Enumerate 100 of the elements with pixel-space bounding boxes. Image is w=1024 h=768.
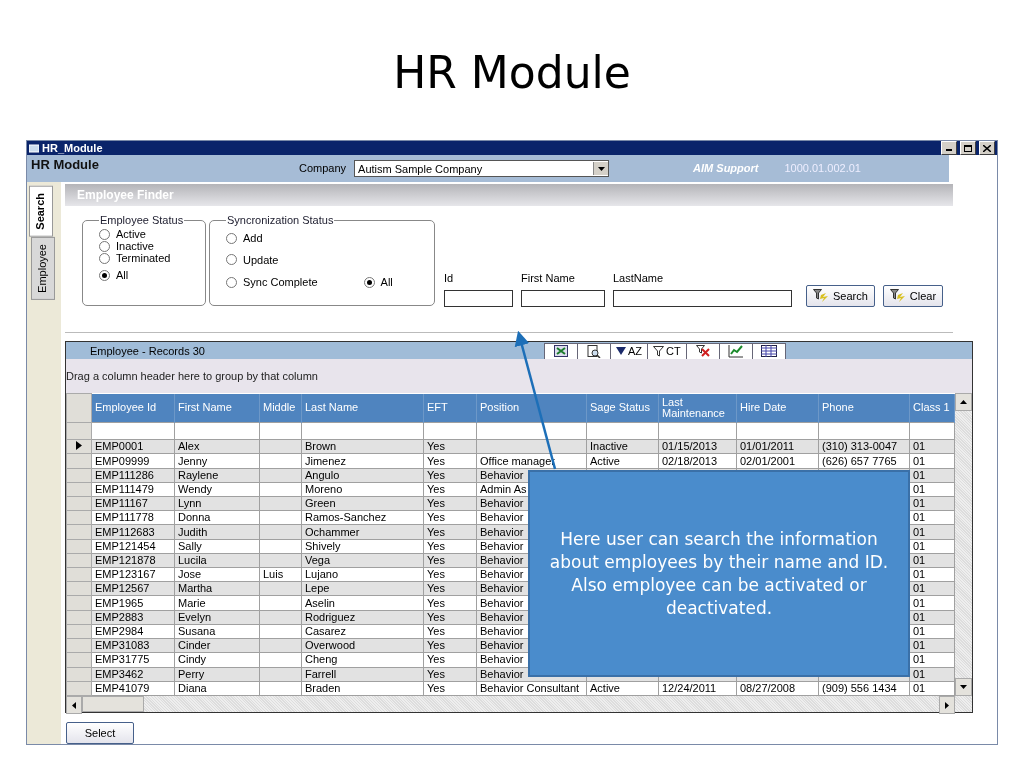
radio-option[interactable]: Update [226,248,426,271]
scroll-up-icon [960,400,967,404]
scrollbar-thumb[interactable] [82,696,144,712]
radio-button[interactable] [226,254,237,265]
filter-icon [653,345,665,357]
radio-label: Update [243,253,279,266]
group-legend: Employee Status [99,214,185,226]
toolbar-button[interactable]: CT [647,342,687,359]
module-title: HR Module [31,157,100,172]
radio-option[interactable]: Add [226,228,426,248]
close-icon [983,144,991,152]
window-title: HR_Module [42,142,104,154]
radio-label: Active [116,228,146,240]
chart-icon [727,344,744,358]
radio-label: All [380,276,393,288]
radio-option[interactable]: Sync Complete [226,271,318,293]
side-tab[interactable]: Employee [31,236,55,300]
filter-cell[interactable] [174,422,260,440]
radio-button[interactable] [99,240,110,252]
finder-title: Employee Finder [77,188,174,202]
caret-icon [597,166,605,171]
scroll-down-icon [960,685,967,689]
version-text: 1000.01.002.01 [784,162,861,174]
column-header[interactable]: EFT [423,393,477,422]
side-tab[interactable]: Search [29,186,53,237]
close-button[interactable] [979,141,995,155]
filter-cell[interactable] [736,422,819,440]
group-legend: Syncronization Status [226,214,335,226]
app-icon [29,143,39,153]
filter-cell[interactable] [818,422,910,440]
filter-cell[interactable] [301,422,424,440]
maximize-button[interactable] [960,141,976,155]
action-button[interactable]: Clear [882,285,944,307]
horizontal-scrollbar[interactable] [66,696,972,712]
radio-button[interactable] [99,252,110,264]
toolbar-button[interactable] [577,342,611,359]
radio-button[interactable] [99,228,110,240]
filter-cell[interactable] [423,422,477,440]
spreadsheet-icon [554,345,568,357]
corner-cell [66,393,92,422]
text-field[interactable] [521,290,605,307]
radio-option[interactable]: All [363,271,393,293]
column-header[interactable]: Class 1 [909,393,955,422]
row-pointer-icon [76,441,82,451]
radio-label: Sync Complete [243,276,318,288]
toolbar-button[interactable]: AZ [610,342,649,359]
radio-button[interactable] [226,232,237,244]
radio-option[interactable]: Inactive [99,240,197,252]
radio-button[interactable] [226,276,237,288]
radio-button[interactable] [99,269,110,281]
column-header[interactable]: Last Name [301,393,424,422]
filter-cell[interactable] [476,422,587,440]
grid-title: Employee - Records 30 [90,344,206,357]
filter-cell[interactable] [658,422,737,440]
filter-cell[interactable] [909,422,955,440]
column-header[interactable]: Phone [818,393,910,422]
column-header[interactable]: Sage Status [586,393,659,422]
brand-text: AIM Support [693,162,759,174]
scroll-left-icon [72,701,76,709]
radio-label: All [116,269,129,281]
text-field[interactable] [613,290,792,307]
filter-cell[interactable] [91,422,175,440]
group-hint: Drag a column header here to group by that column [66,370,318,382]
slide-title: HR Module [393,46,631,100]
maximize-icon [964,144,972,152]
minimize-button[interactable] [941,141,957,155]
toolbar-button[interactable] [751,342,786,359]
field-label: LastName [613,272,665,284]
radio-label: Inactive [116,240,154,252]
radio-option[interactable]: Terminated [99,252,197,264]
text-field[interactable] [444,290,513,307]
radio-label: Terminated [116,252,171,264]
vertical-scrollbar[interactable] [955,393,972,696]
remove-filter-icon [695,345,710,357]
select-button[interactable]: Select [66,722,134,744]
radio-label: Add [243,232,263,244]
column-header[interactable]: Last Maintenance [658,393,737,422]
filter-cell[interactable] [586,422,659,440]
toolbar-button[interactable] [544,342,578,359]
toolbar-button[interactable] [685,342,720,359]
company-label: Company [299,162,347,174]
radio-option[interactable]: All [99,264,197,286]
scroll-right-icon [945,701,949,709]
column-header[interactable]: Hire Date [736,393,819,422]
magnifier-icon [587,344,601,358]
radio-button[interactable] [363,276,375,288]
field-label: Id [444,272,455,284]
column-header[interactable]: First Name [174,393,260,422]
field-label: First Name [521,272,576,284]
company-dropdown[interactable]: Autism Sample Company [354,160,610,177]
column-header[interactable]: Middle [259,393,302,422]
column-header[interactable]: Position [476,393,587,422]
filter-icon [813,289,829,303]
table-icon [760,345,777,357]
action-button[interactable]: Search [806,285,875,307]
radio-option[interactable]: Active [99,228,197,240]
filter-cell[interactable] [259,422,302,440]
column-header[interactable]: Employee Id [91,393,175,422]
filter-icon [889,289,906,303]
arrow-down-icon [616,347,626,355]
